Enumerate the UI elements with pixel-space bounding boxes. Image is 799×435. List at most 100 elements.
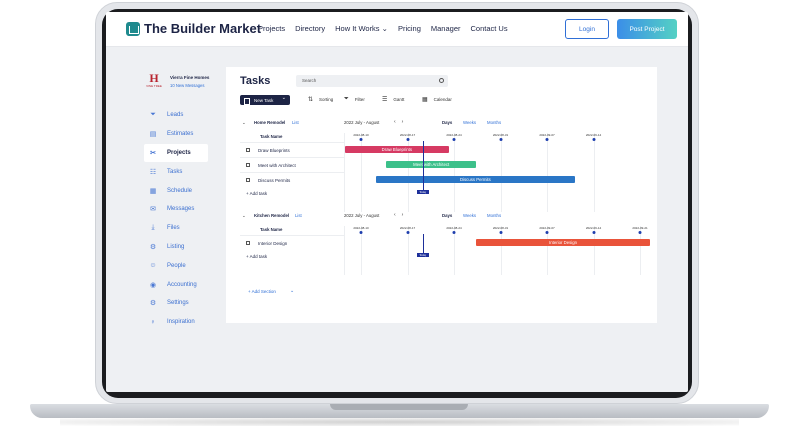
search-icon[interactable] (439, 77, 444, 83)
sidebar-item-people[interactable]: ☺ People (149, 256, 211, 275)
gantt-button[interactable]: ☰ Gantt (382, 96, 404, 103)
task-checkbox[interactable] (246, 178, 250, 182)
date-label: 2022-09-14 (585, 133, 602, 137)
filter-button[interactable]: ⏷ Filter (344, 96, 365, 103)
search-input[interactable]: Search (296, 75, 448, 87)
brand-logo-icon[interactable] (126, 22, 140, 36)
search-placeholder: Search (302, 78, 317, 83)
funnel-icon: ⏷ (150, 111, 156, 119)
add-section-button[interactable]: + Add Section (248, 288, 294, 294)
lightbulb-icon: ♀ (150, 318, 156, 326)
login-button[interactable]: Login (565, 19, 609, 39)
list-view-link[interactable]: List (295, 213, 302, 218)
date-label: 2022-08-10 (353, 226, 369, 230)
date-marker (592, 231, 595, 234)
view-weeks-tab[interactable]: Weeks (463, 213, 476, 218)
sidebar-item-projects[interactable]: ✂ Projects (144, 143, 208, 163)
sorting-button[interactable]: ⇅ Sorting (308, 96, 333, 103)
calendar-icon: ▦ (422, 97, 428, 103)
date-marker (359, 231, 363, 234)
date-nav-arrows[interactable]: ‹› (394, 212, 409, 218)
brand-name[interactable]: The Builder Market (144, 21, 261, 36)
view-months-tab[interactable]: Months (487, 213, 501, 218)
list-view-link[interactable]: List (292, 120, 299, 125)
task-bar[interactable]: Draw Blueprints (345, 146, 449, 153)
envelope-icon: ✉ (150, 206, 156, 214)
nav-link-manager[interactable]: Manager (431, 24, 461, 33)
task-name: Interior Design (258, 240, 288, 246)
new-task-button[interactable]: New Task (240, 95, 290, 105)
gridline (407, 133, 409, 212)
sidebar-item-leads[interactable]: ⏷ Leads (149, 106, 211, 125)
nav-link-directory[interactable]: Directory (295, 24, 325, 33)
date-marker (499, 231, 502, 234)
date-marker (545, 231, 549, 234)
sidebar-item-estimates[interactable]: ▤ Estimates (149, 125, 211, 144)
task-row[interactable]: Draw Blueprints (240, 142, 344, 157)
eye-icon: ◉ (149, 281, 157, 289)
sidebar-item-label: Messages (167, 206, 195, 213)
nav-link-how-it-works[interactable]: How It Works ⌄ (335, 24, 388, 33)
view-months-tab[interactable]: Months (487, 120, 501, 125)
gear-icon: ⚙ (149, 243, 157, 251)
view-weeks-tab[interactable]: Weeks (463, 120, 476, 125)
download-icon: ⤓ (151, 224, 155, 232)
calendar-button[interactable]: ▦ Calendar (422, 96, 452, 103)
settings-icon: ⚙ (149, 300, 157, 308)
task-checkbox[interactable] (246, 241, 250, 245)
calendar-icon: ▦ (149, 187, 157, 195)
date-marker (452, 231, 456, 234)
nav-links: Projects Directory How It Works ⌄ Pricin… (258, 24, 508, 33)
nav-link-contact[interactable]: Contact Us (471, 24, 508, 33)
sidebar-item-settings[interactable]: ⚙ Settings (149, 294, 211, 313)
sidebar-item-files[interactable]: ⤓ Files (149, 219, 211, 238)
top-navigation: The Builder Market Projects Directory Ho… (106, 12, 688, 47)
task-name: Discuss Permits (258, 177, 291, 183)
date-marker (406, 138, 409, 141)
task-checkbox[interactable] (246, 163, 250, 167)
task-name-header: Task Name (260, 227, 283, 232)
sidebar-item-messages[interactable]: ✉ Messages (149, 200, 211, 219)
nav-link-pricing[interactable]: Pricing (398, 24, 421, 33)
collapse-chevron-icon[interactable]: ⌄ (242, 120, 246, 126)
view-days-tab[interactable]: Days (442, 213, 452, 218)
checklist-icon: ☷ (149, 168, 157, 176)
add-task-button[interactable]: + Add task (246, 191, 267, 196)
post-project-button[interactable]: Post Project (617, 19, 677, 39)
date-label: 2022-08-31 (492, 133, 509, 137)
add-task-button[interactable]: + Add task (246, 254, 267, 259)
date-marker (499, 138, 502, 141)
date-marker (592, 138, 595, 141)
task-list: Task Name Interior Design + Add task (240, 226, 344, 275)
sidebar-item-label: People (167, 262, 186, 269)
screen: The Builder Market Projects Directory Ho… (106, 12, 688, 392)
sidebar-item-tasks[interactable]: ☷ Tasks (149, 162, 211, 181)
gantt-chart: 2022-08-10 2022-08-17 2022-08-24 2022-08-31… (344, 226, 650, 275)
date-nav-arrows[interactable]: ‹› (394, 119, 409, 125)
new-messages-link[interactable]: 10 New Messages (170, 83, 204, 88)
date-range: 2022 July - August (344, 213, 380, 218)
gantt-header: ⌄ Kitchen Remodel List 2022 July - August ‹›… (240, 212, 649, 222)
task-row[interactable]: Meet with Architect (240, 157, 344, 172)
task-bar[interactable]: Discuss Permits (375, 176, 576, 183)
date-label: 2022-08-17 (399, 133, 416, 137)
sidebar-item-label: Schedule (167, 187, 193, 194)
task-bar[interactable]: Meet with Architect (386, 161, 477, 168)
task-row[interactable]: Interior Design (240, 235, 344, 250)
filter-icon: ⏷ (344, 96, 349, 102)
sidebar-item-accounting[interactable]: ◉ Accounting (149, 275, 211, 294)
sidebar-item-inspiration[interactable]: ♀ Inspiration (149, 313, 211, 332)
tools-icon: ✂ (150, 149, 156, 157)
task-bar[interactable]: Interior Design (476, 239, 650, 246)
sidebar-item-schedule[interactable]: ▦ Schedule (149, 181, 211, 200)
nav-link-projects[interactable]: Projects (258, 24, 285, 33)
task-row[interactable]: Discuss Permits (240, 172, 344, 187)
date-range: 2022 July - August (344, 120, 380, 125)
date-label: 2022-09-07 (539, 226, 555, 230)
sidebar-item-listing[interactable]: ⚙ Listing (149, 238, 211, 257)
sidebar-item-label: Listing (167, 243, 185, 250)
collapse-chevron-icon[interactable]: ⌄ (242, 213, 246, 219)
company-logo-sub: VINE TREE (146, 84, 162, 88)
task-checkbox[interactable] (246, 148, 250, 152)
view-days-tab[interactable]: Days (442, 120, 452, 125)
